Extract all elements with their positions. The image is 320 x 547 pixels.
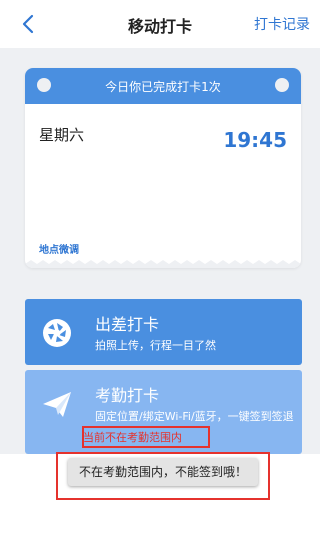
- trip-title: 出差打卡: [95, 315, 160, 334]
- attendance-subtitle: 固定位置/绑定Wi-Fi/蓝牙，一键签到签退: [95, 410, 294, 423]
- current-time: 19:45: [223, 128, 287, 152]
- punch-record-link[interactable]: 打卡记录: [254, 14, 310, 34]
- card-header: 今日你已完成打卡1次: [25, 68, 301, 104]
- trip-subtitle: 拍照上传，行程一目了然: [95, 339, 216, 352]
- paper-plane-icon: [39, 386, 75, 422]
- punch-status-card: 今日你已完成打卡1次 星期六 19:45 地点微调: [25, 68, 301, 268]
- location-adjust-link[interactable]: 地点微调: [39, 241, 79, 256]
- toast-message: 不在考勤范围内，不能签到哦！: [68, 458, 258, 486]
- attendance-title: 考勤打卡: [95, 386, 160, 405]
- card-hole-right: [275, 78, 289, 92]
- page: 移动打卡 打卡记录 今日你已完成打卡1次 星期六 19:45 地点微调 出差打卡…: [0, 0, 320, 547]
- camera-shutter-icon: [39, 315, 75, 351]
- weekday-label: 星期六: [39, 126, 85, 144]
- card-zigzag-edge: [25, 260, 301, 268]
- warning-highlight-box: [82, 426, 210, 448]
- nav-bar: 移动打卡 打卡记录: [0, 0, 320, 48]
- business-trip-punch-button[interactable]: 出差打卡 拍照上传，行程一目了然: [25, 299, 302, 365]
- punch-count-text: 今日你已完成打卡1次: [105, 80, 221, 94]
